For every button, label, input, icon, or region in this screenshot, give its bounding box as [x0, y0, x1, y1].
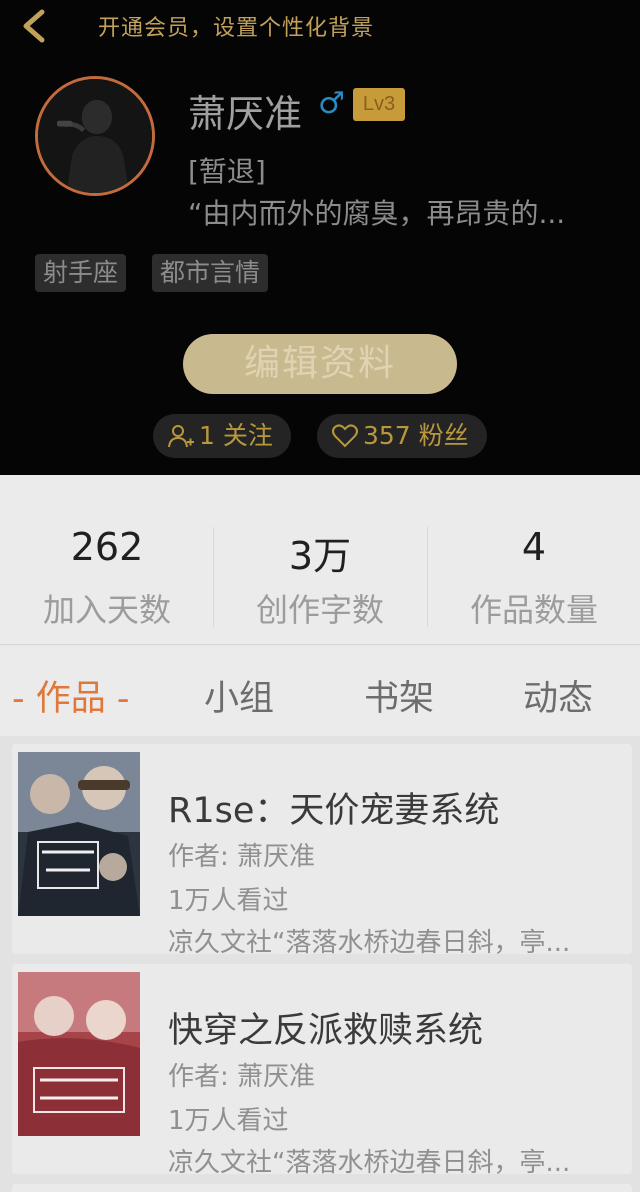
stat-days-joined: 262 加入天数 — [0, 525, 214, 631]
stats-row: 262 加入天数 3万 创作字数 4 作品数量 — [0, 475, 640, 645]
divider — [0, 644, 640, 645]
stat-label: 创作字数 — [255, 591, 384, 629]
tab-groups[interactable]: 小组 — [204, 670, 274, 721]
tag-zodiac: 射手座 — [35, 254, 127, 292]
stat-value: 3万 — [288, 534, 352, 578]
level-badge: Lv3 — [353, 88, 405, 121]
stat-word-count: 3万 创作字数 — [213, 525, 427, 631]
works-list: R1se：天价宠妻系统 作者: 萧厌准 1万人看过 凉久文社“落落水桥边春日斜，… — [0, 736, 640, 1192]
book-title: 快穿之反派救赎系统 — [168, 1011, 484, 1051]
profile-tabs: - 作品 - 小组 书架 动态 — [0, 646, 640, 736]
book-cover-image — [18, 752, 140, 916]
book-card[interactable]: R1se：天价宠妻系统 作者: 萧厌准 1万人看过 凉久文社“落落水桥边春日斜，… — [12, 744, 632, 958]
username: 萧厌准 — [188, 92, 303, 136]
book-card[interactable] — [12, 1184, 632, 1192]
avatar[interactable] — [35, 76, 155, 196]
book-card[interactable]: 快穿之反派救赎系统 作者: 萧厌准 1万人看过 凉久文社“落落水桥边春日斜，亭.… — [12, 964, 632, 1178]
fans-count: 357 粉丝 — [363, 421, 469, 450]
vip-background-banner[interactable]: 开通会员，设置个性化背景 — [98, 10, 374, 42]
bio-text: “由内而外的腐臭，再昂贵的... — [188, 197, 566, 230]
book-views: 1万人看过 — [168, 886, 289, 916]
book-title: R1se：天价宠妻系统 — [168, 791, 500, 831]
following-count: 1 关注 — [199, 421, 273, 450]
fans-button[interactable]: 357 粉丝 — [317, 414, 487, 458]
book-description: 凉久文社“落落水桥边春日斜，亭... — [168, 1148, 571, 1178]
tab-bookshelf[interactable]: 书架 — [364, 670, 434, 721]
stat-value: 4 — [521, 525, 547, 569]
add-user-icon — [168, 425, 194, 448]
male-gender-icon: ♂ — [318, 86, 345, 121]
stat-works-count: 4 作品数量 — [427, 525, 640, 631]
stat-value: 262 — [70, 525, 144, 569]
tab-activity[interactable]: 动态 — [523, 670, 593, 721]
bio-status: [暂退] — [188, 155, 266, 188]
book-cover-image — [18, 972, 140, 1136]
profile-header: 开通会员，设置个性化背景 萧厌准 ♂ Lv3 [暂退] “由内而外的腐臭，再昂贵… — [0, 0, 640, 475]
book-views: 1万人看过 — [168, 1106, 289, 1136]
book-description: 凉久文社“落落水桥边春日斜，亭... — [168, 928, 571, 958]
back-chevron-icon[interactable] — [14, 6, 54, 46]
tag-genre: 都市言情 — [152, 254, 269, 292]
heart-icon — [332, 424, 358, 448]
tab-works[interactable]: - 作品 - — [12, 670, 130, 721]
stat-label: 加入天数 — [42, 591, 171, 629]
stat-label: 作品数量 — [469, 591, 598, 629]
edit-profile-button[interactable]: 编辑资料 — [183, 334, 457, 394]
book-author: 作者: 萧厌准 — [168, 1062, 316, 1092]
book-author: 作者: 萧厌准 — [168, 842, 316, 872]
following-button[interactable]: 1 关注 — [153, 414, 291, 458]
